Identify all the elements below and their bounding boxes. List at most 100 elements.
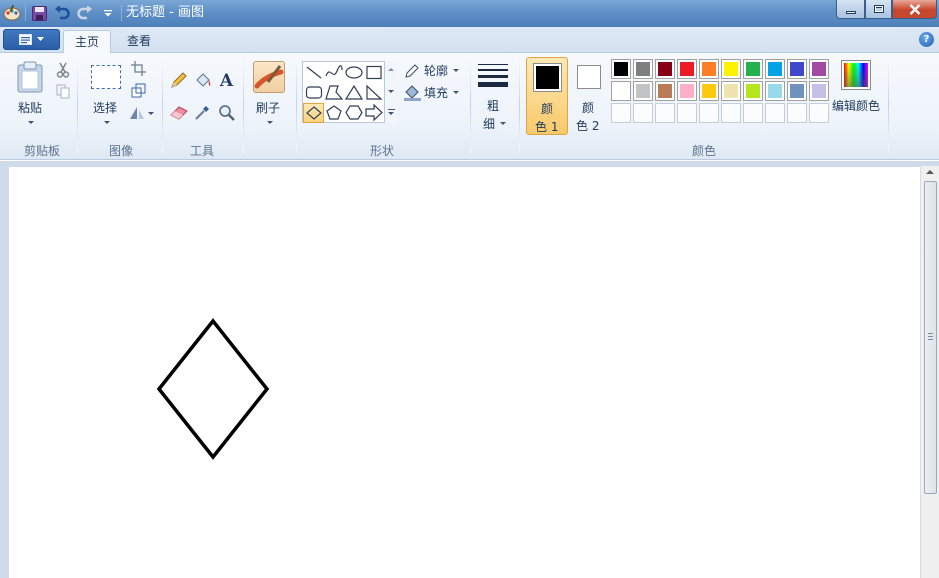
edit-colors-button[interactable]: 编辑颜色 <box>832 59 882 131</box>
cut-button[interactable] <box>52 59 73 80</box>
fill-button[interactable] <box>192 70 213 91</box>
custom-color-slot[interactable] <box>633 103 653 123</box>
gallery-scroll-up-button[interactable] <box>388 68 394 71</box>
paste-label: 粘贴 <box>18 101 43 115</box>
redo-icon[interactable] <box>75 3 95 23</box>
palette-swatch[interactable] <box>655 81 675 101</box>
color-picker-button[interactable] <box>192 102 213 123</box>
palette-swatch[interactable] <box>633 81 653 101</box>
custom-color-slot[interactable] <box>699 103 719 123</box>
palette-swatch[interactable] <box>765 59 785 79</box>
paint-app-icon[interactable] <box>2 3 22 23</box>
custom-color-slot[interactable] <box>787 103 807 123</box>
group-separator <box>519 59 520 153</box>
text-button[interactable]: A <box>216 70 237 91</box>
select-label: 选择 <box>93 101 118 115</box>
paint-bucket-icon <box>195 73 210 87</box>
chevron-down-icon <box>148 112 154 115</box>
custom-color-slot[interactable] <box>677 103 697 123</box>
shape-right-arrow[interactable] <box>364 103 384 122</box>
diamond-shape-drawing[interactable] <box>9 167 920 578</box>
help-icon[interactable]: ? <box>919 32 934 47</box>
minimize-icon <box>845 10 856 14</box>
shapes-gallery-scroller <box>384 61 398 123</box>
fill-style-button[interactable]: 填充 <box>404 84 464 102</box>
crop-button[interactable] <box>128 58 149 79</box>
minimize-button[interactable] <box>836 0 865 19</box>
custom-color-slot[interactable] <box>743 103 763 123</box>
palette-swatch[interactable] <box>765 81 785 101</box>
shape-triangle[interactable] <box>344 83 364 102</box>
close-icon <box>909 3 920 15</box>
select-button[interactable]: 选择 <box>86 59 126 131</box>
brushes-label: 刷子 <box>256 101 281 115</box>
resize-button[interactable] <box>128 80 149 101</box>
shape-rounded-rectangle[interactable] <box>304 83 324 102</box>
customize-dropdown-icon[interactable] <box>98 3 118 23</box>
shape-diamond-selected[interactable] <box>303 103 324 123</box>
swatch-fill <box>702 84 716 98</box>
copy-button[interactable] <box>52 81 73 102</box>
custom-color-slot[interactable] <box>721 103 741 123</box>
palette-swatch[interactable] <box>655 59 675 79</box>
palette-swatch[interactable] <box>809 81 829 101</box>
shape-oval[interactable] <box>344 63 364 82</box>
group-label-colors: 颜色 <box>691 144 716 158</box>
close-button[interactable] <box>892 0 937 19</box>
palette-swatch[interactable] <box>743 81 763 101</box>
swatch-fill <box>702 62 716 76</box>
palette-swatch[interactable] <box>787 59 807 79</box>
eraser-button[interactable] <box>168 102 189 123</box>
rotate-button[interactable] <box>129 103 155 123</box>
application-menu-button[interactable] <box>3 29 60 50</box>
paste-button[interactable]: 粘贴 <box>10 59 50 131</box>
ribbon-home: 粘贴 剪贴板 选择 图像 A 工具 刷子 轮廓 填充 形状 粗 细 颜 色 1 … <box>0 53 939 160</box>
palette-swatch[interactable] <box>699 81 719 101</box>
palette-swatch[interactable] <box>721 59 741 79</box>
vertical-scrollbar[interactable] <box>920 166 939 578</box>
shape-line[interactable] <box>304 63 324 82</box>
palette-swatch[interactable] <box>677 81 697 101</box>
palette-swatch[interactable] <box>787 81 807 101</box>
maximize-button[interactable] <box>865 0 892 19</box>
shape-rectangle[interactable] <box>364 63 384 82</box>
custom-color-slot[interactable] <box>611 103 631 123</box>
size-button[interactable]: 粗 细 <box>474 59 512 131</box>
color1-button[interactable]: 颜 色 1 <box>526 57 568 135</box>
scroll-up-button[interactable] <box>926 170 934 174</box>
custom-color-slot[interactable] <box>655 103 675 123</box>
palette-swatch[interactable] <box>809 59 829 79</box>
palette-swatch[interactable] <box>677 59 697 79</box>
custom-color-slot[interactable] <box>809 103 829 123</box>
group-separator <box>77 59 78 153</box>
shape-hexagon[interactable] <box>344 103 364 122</box>
palette-swatch[interactable] <box>699 59 719 79</box>
custom-color-slot[interactable] <box>765 103 785 123</box>
gallery-more-button[interactable] <box>388 109 395 110</box>
drawing-canvas[interactable] <box>9 167 920 578</box>
shape-pentagon[interactable] <box>324 103 344 122</box>
undo-icon[interactable] <box>52 3 72 23</box>
scrollbar-thumb[interactable] <box>924 181 937 494</box>
copy-icon <box>56 84 69 99</box>
diamond-icon <box>305 106 322 120</box>
palette-swatch[interactable] <box>611 59 631 79</box>
shape-right-triangle[interactable] <box>364 83 384 102</box>
brushes-button[interactable]: 刷子 <box>249 59 289 131</box>
color2-button[interactable]: 颜 色 2 <box>570 57 608 135</box>
palette-swatch[interactable] <box>743 59 763 79</box>
tab-view[interactable]: 查看 <box>116 30 162 54</box>
palette-swatch[interactable] <box>721 81 741 101</box>
shape-polygon[interactable] <box>324 83 344 102</box>
pencil-button[interactable] <box>168 70 189 91</box>
chevron-down-icon <box>267 121 273 124</box>
resize-icon <box>131 83 146 98</box>
magnifier-button[interactable] <box>216 102 237 123</box>
palette-swatch[interactable] <box>633 59 653 79</box>
tab-home[interactable]: 主页 <box>63 30 112 54</box>
gallery-scroll-down-button[interactable] <box>388 90 394 93</box>
save-icon[interactable] <box>29 3 49 23</box>
shape-curve[interactable] <box>324 63 344 82</box>
palette-swatch[interactable] <box>611 81 631 101</box>
outline-button[interactable]: 轮廓 <box>404 62 464 80</box>
